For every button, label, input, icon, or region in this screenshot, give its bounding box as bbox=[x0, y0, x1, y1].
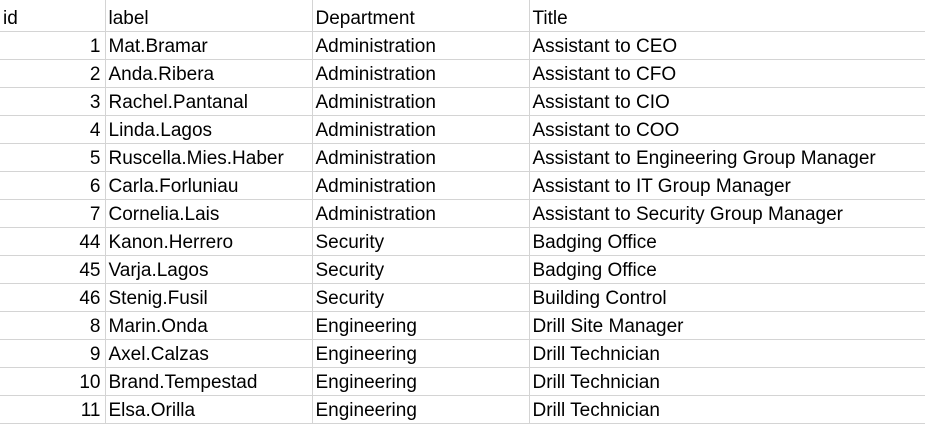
header-row: id label Department Title bbox=[0, 0, 925, 32]
table-row: 9 Axel.Calzas Engineering Drill Technici… bbox=[0, 339, 925, 368]
table-row: 10 Brand.Tempestad Engineering Drill Tec… bbox=[0, 367, 925, 396]
cell-id[interactable]: 7 bbox=[0, 199, 106, 228]
table-row: 5 Ruscella.Mies.Haber Administration Ass… bbox=[0, 143, 925, 172]
header-cell-id[interactable]: id bbox=[0, 0, 106, 32]
cell-department[interactable]: Administration bbox=[312, 87, 530, 116]
cell-label[interactable]: Brand.Tempestad bbox=[105, 367, 313, 396]
cell-label[interactable]: Stenig.Fusil bbox=[105, 283, 313, 312]
cell-id[interactable]: 5 bbox=[0, 143, 106, 172]
cell-title[interactable]: Drill Technician bbox=[529, 395, 925, 424]
header-cell-label[interactable]: label bbox=[105, 0, 313, 32]
cell-department[interactable]: Administration bbox=[312, 115, 530, 144]
cell-label[interactable]: Linda.Lagos bbox=[105, 115, 313, 144]
table-row: 11 Elsa.Orilla Engineering Drill Technic… bbox=[0, 395, 925, 424]
cell-label[interactable]: Carla.Forluniau bbox=[105, 171, 313, 200]
cell-label[interactable]: Ruscella.Mies.Haber bbox=[105, 143, 313, 172]
cell-id[interactable]: 4 bbox=[0, 115, 106, 144]
cell-id[interactable]: 3 bbox=[0, 87, 106, 116]
cell-label[interactable]: Elsa.Orilla bbox=[105, 395, 313, 424]
cell-department[interactable]: Administration bbox=[312, 199, 530, 228]
cell-id[interactable]: 1 bbox=[0, 31, 106, 60]
cell-title[interactable]: Drill Technician bbox=[529, 339, 925, 368]
cell-label[interactable]: Marin.Onda bbox=[105, 311, 313, 340]
table-row: 8 Marin.Onda Engineering Drill Site Mana… bbox=[0, 311, 925, 340]
cell-department[interactable]: Engineering bbox=[312, 395, 530, 424]
table-row: 44 Kanon.Herrero Security Badging Office bbox=[0, 227, 925, 256]
cell-title[interactable]: Assistant to CFO bbox=[529, 59, 925, 88]
cell-department[interactable]: Security bbox=[312, 255, 530, 284]
cell-title[interactable]: Badging Office bbox=[529, 227, 925, 256]
cell-id[interactable]: 45 bbox=[0, 255, 106, 284]
cell-title[interactable]: Assistant to COO bbox=[529, 115, 925, 144]
data-table: id label Department Title 1 Mat.Bramar A… bbox=[0, 0, 925, 424]
cell-title[interactable]: Drill Site Manager bbox=[529, 311, 925, 340]
cell-id[interactable]: 10 bbox=[0, 367, 106, 396]
cell-title[interactable]: Badging Office bbox=[529, 255, 925, 284]
header-cell-department[interactable]: Department bbox=[312, 0, 530, 32]
cell-label[interactable]: Anda.Ribera bbox=[105, 59, 313, 88]
cell-id[interactable]: 2 bbox=[0, 59, 106, 88]
table-row: 4 Linda.Lagos Administration Assistant t… bbox=[0, 115, 925, 144]
cell-title[interactable]: Assistant to Security Group Manager bbox=[529, 199, 925, 228]
cell-department[interactable]: Administration bbox=[312, 171, 530, 200]
header-cell-title[interactable]: Title bbox=[529, 0, 925, 32]
cell-title[interactable]: Assistant to IT Group Manager bbox=[529, 171, 925, 200]
cell-department[interactable]: Security bbox=[312, 227, 530, 256]
cell-department[interactable]: Engineering bbox=[312, 311, 530, 340]
cell-id[interactable]: 46 bbox=[0, 283, 106, 312]
cell-label[interactable]: Cornelia.Lais bbox=[105, 199, 313, 228]
cell-department[interactable]: Security bbox=[312, 283, 530, 312]
cell-id[interactable]: 11 bbox=[0, 395, 106, 424]
cell-department[interactable]: Administration bbox=[312, 59, 530, 88]
cell-title[interactable]: Assistant to CIO bbox=[529, 87, 925, 116]
cell-label[interactable]: Axel.Calzas bbox=[105, 339, 313, 368]
cell-id[interactable]: 9 bbox=[0, 339, 106, 368]
table-row: 3 Rachel.Pantanal Administration Assista… bbox=[0, 87, 925, 116]
cell-title[interactable]: Assistant to CEO bbox=[529, 31, 925, 60]
cell-label[interactable]: Varja.Lagos bbox=[105, 255, 313, 284]
cell-department[interactable]: Engineering bbox=[312, 367, 530, 396]
cell-label[interactable]: Mat.Bramar bbox=[105, 31, 313, 60]
table-row: 46 Stenig.Fusil Security Building Contro… bbox=[0, 283, 925, 312]
table-row: 1 Mat.Bramar Administration Assistant to… bbox=[0, 31, 925, 60]
cell-label[interactable]: Rachel.Pantanal bbox=[105, 87, 313, 116]
table-row: 2 Anda.Ribera Administration Assistant t… bbox=[0, 59, 925, 88]
cell-id[interactable]: 8 bbox=[0, 311, 106, 340]
cell-department[interactable]: Administration bbox=[312, 31, 530, 60]
table-row: 7 Cornelia.Lais Administration Assistant… bbox=[0, 199, 925, 228]
cell-label[interactable]: Kanon.Herrero bbox=[105, 227, 313, 256]
spreadsheet-grid: id label Department Title 1 Mat.Bramar A… bbox=[0, 0, 925, 426]
cell-id[interactable]: 44 bbox=[0, 227, 106, 256]
cell-id[interactable]: 6 bbox=[0, 171, 106, 200]
table-row: 6 Carla.Forluniau Administration Assista… bbox=[0, 171, 925, 200]
cell-title[interactable]: Assistant to Engineering Group Manager bbox=[529, 143, 925, 172]
cell-title[interactable]: Building Control bbox=[529, 283, 925, 312]
cell-title[interactable]: Drill Technician bbox=[529, 367, 925, 396]
cell-department[interactable]: Engineering bbox=[312, 339, 530, 368]
table-row: 45 Varja.Lagos Security Badging Office bbox=[0, 255, 925, 284]
cell-department[interactable]: Administration bbox=[312, 143, 530, 172]
